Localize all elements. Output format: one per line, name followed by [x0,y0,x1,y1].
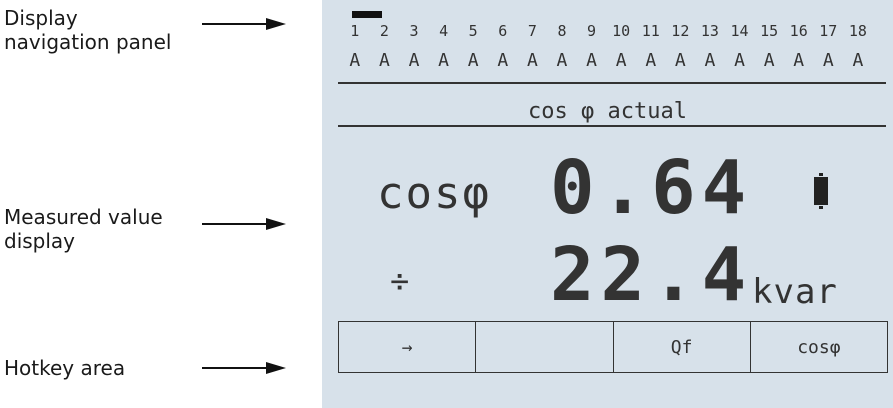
nav-letter: A [763,50,775,71]
nav-letter: A [497,50,509,71]
callout-measured-value: Measured value display [4,205,163,253]
nav-number: 17 [819,22,838,40]
hotkey-qf[interactable]: Qf [614,322,751,372]
nav-letter: A [645,50,657,71]
nav-active-indicator [352,11,382,18]
divider-title [338,125,886,127]
battery-icon [814,173,828,209]
callout-hotkey-area: Hotkey area [4,356,126,380]
nav-number: 13 [700,22,719,40]
arrow-icon [202,18,286,30]
nav-number: 1 [350,22,360,40]
nav-letter: A [438,50,449,71]
nav-number: 4 [439,22,449,40]
nav-letter: A [734,50,745,71]
hotkey-arrow-right[interactable]: → [339,322,477,372]
nav-number: 10 [612,22,631,40]
nav-letter: A [526,50,538,71]
nav-letter: A [704,50,716,71]
nav-letter: A [408,50,420,71]
nav-number: 2 [379,22,389,40]
nav-number: 6 [498,22,508,40]
screen-title: cos φ actual [528,99,687,124]
nav-letter: A [378,50,390,71]
nav-number: 15 [760,22,779,40]
cos-phi-value: 0.64 [550,145,753,231]
nav-letter: A [615,50,627,71]
nav-number: 8 [557,22,567,40]
divider-top [338,82,886,84]
nav-letter: A [556,50,568,71]
lcd-display: 1 2 3 4 5 6 7 8 9 10 11 12 13 14 15 16 17 18 AAAAAAAAAAAA… [322,0,893,408]
reactive-power-symbol: ÷ [390,262,412,300]
nav-letter: A [349,50,361,71]
cos-phi-label: cosφ [377,168,491,219]
nav-number: 9 [587,22,597,40]
nav-number: 11 [641,22,660,40]
nav-number: 5 [468,22,478,40]
nav-number: 12 [671,22,690,40]
nav-letter: A [793,50,805,71]
nav-number: 16 [789,22,808,40]
display-navigation-numbers: 1 2 3 4 5 6 7 8 9 10 11 12 13 14 15 16 17 18 [340,22,873,40]
hotkey-cos-phi[interactable]: cosφ [751,322,887,372]
arrow-icon [202,218,286,230]
nav-letter: A [467,50,479,71]
hotkey-area: → Qf cosφ [338,321,888,373]
nav-letter: A [852,50,864,71]
nav-number: 3 [409,22,419,40]
hotkey-empty[interactable] [476,322,614,372]
arrow-right-icon: → [401,336,413,358]
nav-number: 18 [848,22,867,40]
reactive-power-value: 22.4 [550,232,753,318]
nav-letter: A [822,50,834,71]
arrow-icon [202,362,286,374]
callout-display-navigation: Display navigation panel [4,6,172,54]
reactive-power-unit: kvar [752,272,838,312]
nav-number: 14 [730,22,749,40]
nav-letter: A [674,50,686,71]
nav-letter: A [586,50,597,71]
nav-number: 7 [527,22,537,40]
display-navigation-letters: AAAAAAAAAAAAAAAAAA [340,50,873,71]
